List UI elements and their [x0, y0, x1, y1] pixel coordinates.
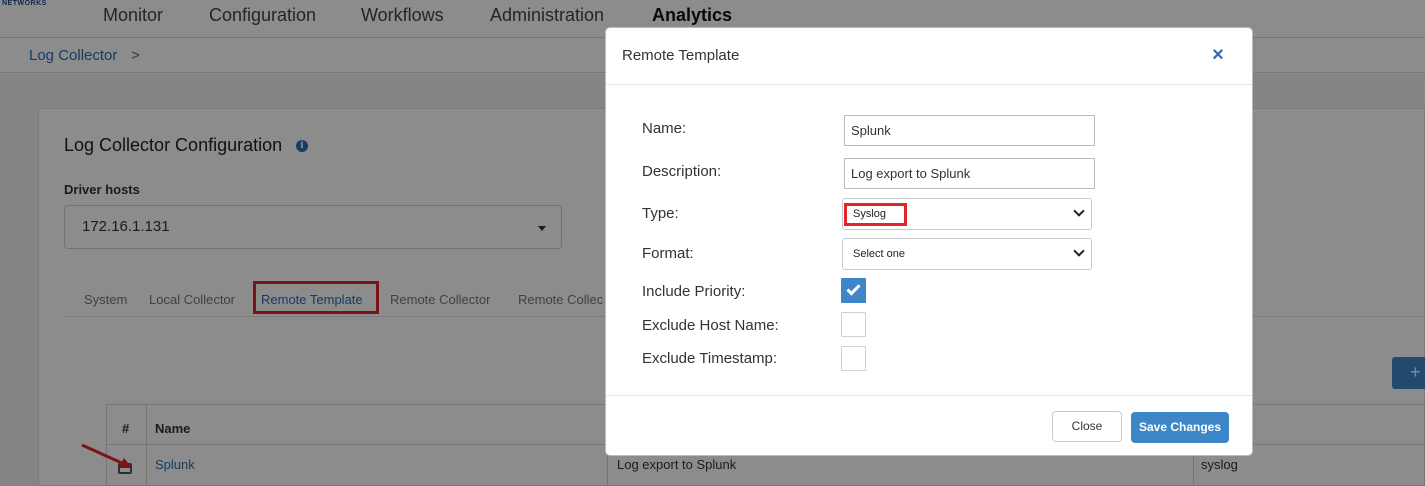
type-label: Type: — [642, 205, 679, 222]
chevron-down-icon — [1073, 205, 1085, 217]
exclude-timestamp-label: Exclude Timestamp: — [642, 350, 778, 367]
modal-header-divider — [606, 84, 1252, 85]
chevron-down-icon — [1073, 245, 1085, 257]
name-label: Name: — [642, 120, 687, 137]
modal-footer-divider — [606, 395, 1252, 396]
include-priority-checkbox[interactable] — [841, 278, 866, 303]
remote-template-modal: Remote Template × Name: Description: Typ… — [605, 27, 1253, 456]
exclude-host-name-checkbox[interactable] — [841, 312, 866, 337]
name-field[interactable] — [844, 115, 1095, 146]
save-changes-button[interactable]: Save Changes — [1131, 412, 1229, 443]
type-highlight-box — [844, 203, 907, 226]
format-select[interactable]: Select one — [842, 238, 1092, 270]
format-label: Format: — [642, 245, 694, 262]
exclude-timestamp-checkbox[interactable] — [841, 346, 866, 371]
close-icon[interactable]: × — [1209, 45, 1227, 65]
modal-title: Remote Template — [622, 47, 740, 64]
exclude-host-name-label: Exclude Host Name: — [642, 317, 779, 334]
description-label: Description: — [642, 163, 722, 180]
format-select-value: Select one — [853, 248, 905, 260]
include-priority-label: Include Priority: — [642, 283, 746, 300]
checkmark-icon — [846, 281, 861, 296]
description-field[interactable] — [844, 158, 1095, 189]
close-button[interactable]: Close — [1052, 411, 1122, 442]
